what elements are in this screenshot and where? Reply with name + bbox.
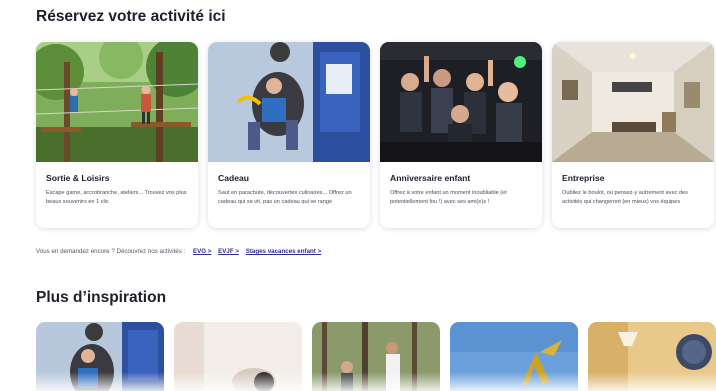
activity-card-entreprise[interactable]: Entreprise Oubliez le boulot, ou pensez-…: [552, 42, 714, 228]
link-evg[interactable]: EVG >: [193, 248, 211, 255]
more-activities-text: Vous en demandez encore ? Découvrez nos …: [36, 248, 186, 255]
card-title: Entreprise: [562, 173, 605, 183]
inspiration-card-lamp-interior[interactable]: [588, 322, 716, 391]
section-title-book-activity: Réservez votre activité ici: [36, 8, 226, 25]
card-description: Saut en parachute, découvertes culinaire…: [218, 190, 352, 205]
more-activities-line: Vous en demandez encore ? Découvrez nos …: [36, 248, 321, 255]
card-title: Cadeau: [218, 173, 250, 183]
inspiration-cards: [36, 322, 716, 391]
kids-laser-game-photo: [380, 42, 542, 162]
card-title: Sortie & Loisirs: [46, 173, 110, 183]
activity-card-cadeau[interactable]: Cadeau Saut en parachute, découvertes cu…: [208, 42, 370, 228]
inspiration-card-skydiving[interactable]: [36, 322, 164, 391]
treetop-adventure-photo: [36, 42, 198, 162]
card-description: Escape game, accrobranche, ateliers... T…: [46, 190, 187, 205]
section-title-inspiration: Plus d’inspiration: [36, 289, 167, 306]
card-description: Oubliez le boulot, ou pensez-y autrement…: [562, 190, 688, 205]
card-title: Anniversaire enfant: [390, 173, 471, 183]
card-description: Offrez à votre enfant un moment inoublia…: [390, 190, 507, 205]
inspiration-card-golden-statue[interactable]: [450, 322, 578, 391]
skydiving-photo: [208, 42, 370, 162]
activity-cards: Sortie & Loisirs Escape game, accrobranc…: [36, 42, 714, 228]
activity-card-sortie-loisirs[interactable]: Sortie & Loisirs Escape game, accrobranc…: [36, 42, 198, 228]
link-evjf[interactable]: EVJF >: [218, 248, 239, 255]
activity-card-anniversaire-enfant[interactable]: Anniversaire enfant Offrez à votre enfan…: [380, 42, 542, 228]
inspiration-card-forest-group[interactable]: [312, 322, 440, 391]
link-stages-vacances-enfant[interactable]: Stages vacances enfant >: [246, 248, 322, 255]
escape-room-photo: [552, 42, 714, 162]
inspiration-card-interior[interactable]: [174, 322, 302, 391]
